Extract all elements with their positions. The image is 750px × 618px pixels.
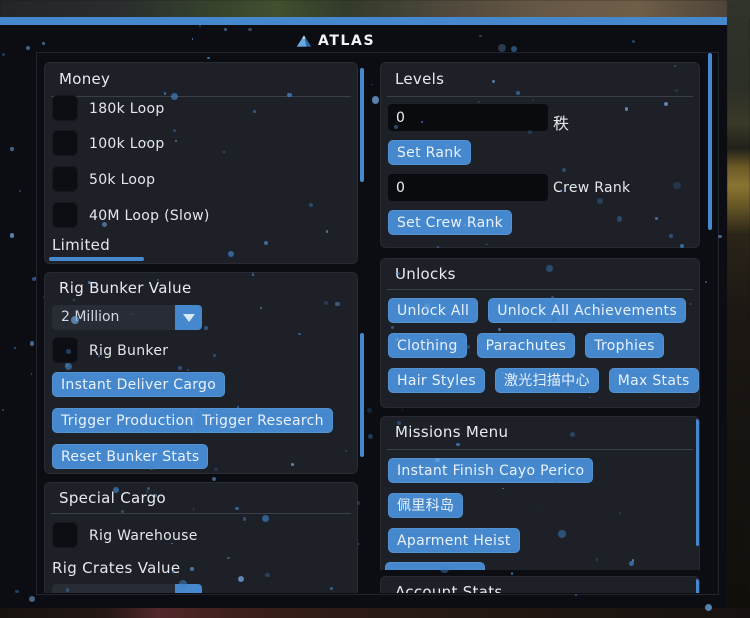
trigger-production-button[interactable]: Trigger Production (52, 408, 203, 433)
rig-crates-value-label: Rig Crates Value (52, 559, 180, 577)
left-column-scrollbar-thumb-bottom[interactable] (360, 333, 364, 457)
chevron-down-icon (183, 314, 195, 322)
missions-clipped-button[interactable] (385, 562, 485, 570)
clothing-button[interactable]: Clothing (388, 333, 467, 358)
game-background-right (727, 0, 750, 618)
special-cargo-section: Special Cargo Rig Warehouse Rig Crates V… (44, 482, 358, 593)
checkbox-100k-loop[interactable] (52, 130, 78, 156)
account-stats-section-title: Account Stats (395, 583, 503, 593)
special-cargo-section-title: Special Cargo (59, 489, 166, 507)
money-horizontal-scrollbar-thumb[interactable] (49, 257, 144, 261)
checkbox-label-40m-loop: 40M Loop (Slow) (89, 208, 210, 224)
perico-island-button[interactable]: 佩里科岛 (388, 493, 463, 518)
section-divider (51, 513, 351, 514)
game-background-top (0, 0, 750, 18)
missions-menu-section: Missions Menu Instant Finish Cayo Perico… (380, 416, 700, 570)
unlocks-section: Unlocks Unlock All Unlock All Achievemen… (380, 258, 700, 408)
max-stats-button[interactable]: Max Stats (609, 368, 699, 393)
checkbox-label-rig-warehouse: Rig Warehouse (89, 528, 198, 544)
set-crew-rank-button[interactable]: Set Crew Rank (388, 210, 512, 235)
crew-rank-label: Crew Rank (553, 180, 630, 196)
section-divider (387, 96, 693, 97)
limited-sub-label: Limited (52, 236, 110, 254)
crates-value-dropdown[interactable] (52, 584, 175, 593)
account-stats-section: Account Stats (380, 576, 700, 593)
checkbox-label-rig-bunker: Rig Bunker (89, 343, 168, 359)
instant-finish-cayo-perico-button[interactable]: Instant Finish Cayo Perico (388, 458, 593, 483)
unlocks-row-1: Unlock All Unlock All Achievements (388, 298, 695, 323)
apartment-heist-button[interactable]: Aparment Heist (388, 528, 520, 553)
reset-bunker-stats-button[interactable]: Reset Bunker Stats (52, 444, 208, 469)
rank-label: 秩 (553, 110, 569, 134)
screen: ATLAS Money 180k Loop 100k Loop 50k Loop… (0, 0, 750, 618)
chevron-down-icon (183, 593, 195, 594)
set-rank-button[interactable]: Set Rank (388, 140, 471, 165)
account-stats-scrollbar-thumb[interactable] (696, 579, 699, 593)
bunker-value-dropdown-arrow[interactable] (175, 305, 202, 330)
trigger-research-button[interactable]: Trigger Research (193, 408, 333, 433)
laser-scan-center-button[interactable]: 激光扫描中心 (495, 368, 599, 393)
crew-rank-input[interactable] (388, 174, 548, 201)
checkbox-rig-warehouse[interactable] (52, 522, 78, 548)
menu-header: ATLAS (296, 33, 375, 49)
section-divider (387, 449, 693, 450)
levels-section-title: Levels (395, 70, 444, 88)
atlas-mountain-icon (296, 34, 312, 48)
menu-top-accent-bar (0, 17, 727, 25)
unlocks-row-3: Hair Styles 激光扫描中心 Max Stats (388, 368, 695, 393)
left-column-scrollbar-thumb-top[interactable] (360, 68, 364, 182)
money-section-title: Money (59, 70, 110, 88)
unlocks-row-2: Clothing Parachutes Trophies (388, 333, 695, 358)
unlocks-section-title: Unlocks (395, 265, 456, 283)
trophies-button[interactable]: Trophies (585, 333, 663, 358)
unlock-all-button[interactable]: Unlock All (388, 298, 478, 323)
missions-scrollbar-thumb[interactable] (696, 419, 699, 546)
checkbox-label-180k-loop: 180k Loop (89, 101, 165, 117)
money-section: Money 180k Loop 100k Loop 50k Loop 40M L… (44, 62, 358, 264)
mod-menu-panel: ATLAS Money 180k Loop 100k Loop 50k Loop… (0, 25, 727, 608)
levels-section: Levels 秩 Set Rank Crew Rank Set Crew Ran… (380, 62, 700, 248)
missions-menu-section-title: Missions Menu (395, 423, 508, 441)
section-divider (387, 289, 693, 290)
section-divider (51, 96, 351, 97)
unlock-all-achievements-button[interactable]: Unlock All Achievements (488, 298, 686, 323)
parachutes-button[interactable]: Parachutes (477, 333, 576, 358)
checkbox-rig-bunker[interactable] (52, 337, 78, 363)
bunker-value-dropdown[interactable]: 2 Million (52, 305, 175, 330)
hair-styles-button[interactable]: Hair Styles (388, 368, 485, 393)
checkbox-40m-loop[interactable] (52, 202, 78, 228)
checkbox-180k-loop[interactable] (52, 95, 78, 121)
crates-value-dropdown-arrow[interactable] (175, 584, 202, 593)
checkbox-label-100k-loop: 100k Loop (89, 136, 165, 152)
brand-title: ATLAS (318, 33, 375, 49)
checkbox-50k-loop[interactable] (52, 166, 78, 192)
rank-input[interactable] (388, 104, 548, 131)
checkbox-label-50k-loop: 50k Loop (89, 172, 155, 188)
rig-bunker-section: Rig Bunker Value 2 Million Rig Bunker In… (44, 272, 358, 474)
instant-deliver-cargo-button[interactable]: Instant Deliver Cargo (52, 372, 225, 397)
rig-bunker-section-title: Rig Bunker Value (59, 279, 192, 297)
game-background-bottom (0, 608, 750, 618)
right-column-scrollbar-thumb[interactable] (708, 53, 712, 230)
